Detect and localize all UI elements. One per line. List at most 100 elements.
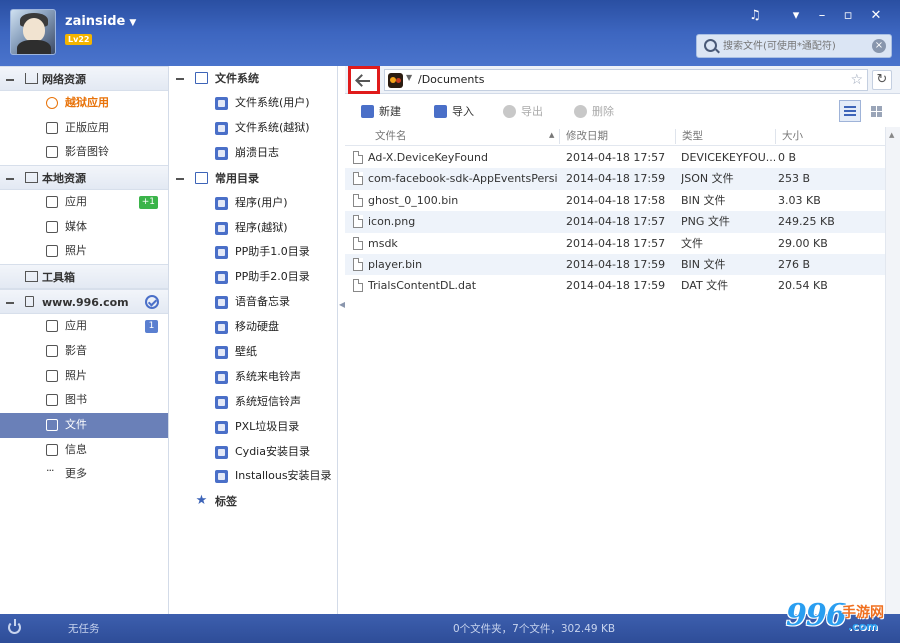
export-button[interactable]: 导出	[503, 104, 543, 120]
sidebar-section-toolbox[interactable]: 工具箱	[0, 264, 168, 290]
collapse-icon[interactable]	[176, 177, 184, 180]
tree-item-crash-logs[interactable]: 崩溃日志	[170, 141, 337, 166]
tree-item-programs-jailbreak[interactable]: 程序(越狱)	[170, 216, 337, 241]
app-icon[interactable]	[388, 73, 403, 88]
tree-item-usb-disk[interactable]: 移动硬盘	[170, 315, 337, 340]
delete-icon	[574, 105, 587, 118]
apps-icon	[46, 196, 58, 209]
sidebar-item-official-apps[interactable]: 正版应用	[0, 116, 168, 141]
star-outline-icon[interactable]: ☆	[850, 72, 863, 88]
sidebar-item-jailbreak-apps[interactable]: 越狱应用	[0, 91, 168, 116]
scroll-up-icon[interactable]: ▲	[889, 131, 894, 139]
new-folder-button[interactable]: 新建	[361, 104, 401, 120]
grid-view-icon	[871, 106, 882, 117]
tree-item-voice-memos[interactable]: 语音备忘录	[170, 290, 337, 315]
sidebar: 网络资源 越狱应用 正版应用 影音图铃 本地资源 应用 +1 媒体 照片 工具箱…	[0, 66, 169, 614]
power-icon[interactable]	[8, 619, 21, 634]
search-icon	[704, 39, 717, 52]
path-field[interactable]: ▼ /Documents ☆	[384, 69, 868, 91]
sidebar-item-media-ringtones[interactable]: 影音图铃	[0, 140, 168, 165]
menu-icon[interactable]: ▾	[786, 6, 806, 26]
username-dropdown[interactable]: zainside ▼	[65, 14, 136, 29]
apps-icon	[215, 221, 228, 235]
column-header-size[interactable]: 大小	[782, 129, 803, 144]
sidebar-item-device-photos[interactable]: 照片	[0, 364, 168, 389]
sidebar-item-device-more[interactable]: ··· 更多	[0, 462, 168, 487]
sidebar-item-device-books[interactable]: 图书	[0, 388, 168, 413]
path-text: /Documents	[418, 73, 485, 86]
username-label: zainside	[65, 14, 126, 29]
task-status[interactable]: 无任务	[68, 621, 100, 636]
column-divider[interactable]	[775, 129, 776, 144]
column-header-name[interactable]: 文件名	[375, 129, 407, 144]
clear-search-icon[interactable]: ×	[872, 39, 886, 53]
tree-item-sms-ringtones[interactable]: 系统短信铃声	[170, 390, 337, 415]
export-icon	[503, 105, 516, 118]
refresh-icon: ↻	[876, 72, 888, 87]
sidebar-section-local[interactable]: 本地资源	[0, 165, 168, 191]
tree-item-call-ringtones[interactable]: 系统来电铃声	[170, 365, 337, 390]
file-icon	[46, 418, 58, 431]
collapse-icon[interactable]	[6, 302, 14, 305]
tree-item-cydia-dir[interactable]: Cydia安装目录	[170, 440, 337, 465]
delete-button[interactable]: 删除	[574, 104, 614, 120]
install-icon	[215, 470, 228, 484]
sidebar-item-device-messages[interactable]: 信息	[0, 438, 168, 463]
search-input[interactable]	[723, 38, 868, 54]
back-button[interactable]	[348, 66, 380, 94]
folder-tree: 文件系统 文件系统(用户) 文件系统(越狱) 崩溃日志 常用目录 程序(用户) …	[170, 66, 338, 614]
sidebar-section-network[interactable]: 网络资源	[0, 66, 168, 91]
tree-item-programs-user[interactable]: 程序(用户)	[170, 191, 337, 216]
refresh-button[interactable]: ↻	[872, 70, 892, 90]
tree-item-fs-jailbreak[interactable]: 文件系统(越狱)	[170, 116, 337, 141]
close-icon[interactable]: ✕	[866, 6, 886, 26]
sidebar-item-device-apps[interactable]: 应用 1	[0, 314, 168, 339]
tree-item-pp1-dir[interactable]: PP助手1.0目录	[170, 240, 337, 265]
pp-icon	[215, 246, 228, 260]
tree-item-fs-user[interactable]: 文件系统(用户)	[170, 91, 337, 116]
file-icon	[353, 279, 363, 293]
tree-item-pp2-dir[interactable]: PP助手2.0目录	[170, 265, 337, 290]
pp-icon	[46, 97, 58, 109]
chevron-down-icon[interactable]: ▼	[406, 73, 412, 82]
sidebar-item-device-files[interactable]: 文件	[0, 412, 168, 438]
grid-view-button[interactable]	[865, 100, 887, 122]
table-row[interactable]: Ad-X.DeviceKeyFound 2014-04-18 17:57 DEV…	[345, 147, 885, 168]
table-row[interactable]: TrialsContentDL.dat 2014-04-18 17:59 DAT…	[345, 275, 885, 296]
sidebar-item-local-apps[interactable]: 应用 +1	[0, 190, 168, 215]
collapse-icon[interactable]	[6, 79, 14, 81]
avatar[interactable]	[10, 9, 56, 55]
column-header-date[interactable]: 修改日期	[566, 129, 608, 144]
maximize-icon[interactable]: ▫	[838, 6, 858, 26]
table-row[interactable]: player.bin 2014-04-18 17:59 BIN 文件 276 B	[345, 253, 885, 276]
file-icon	[353, 193, 363, 207]
column-divider[interactable]	[559, 129, 560, 144]
sidebar-item-local-photos[interactable]: 照片	[0, 239, 168, 264]
tree-section-common[interactable]: 常用目录	[170, 166, 337, 191]
sidebar-item-device-media[interactable]: 影音	[0, 339, 168, 364]
vertical-scrollbar[interactable]: ▲	[885, 127, 900, 614]
tree-item-installous-dir[interactable]: Installous安装目录	[170, 464, 337, 489]
table-row[interactable]: ghost_0_100.bin 2014-04-18 17:58 BIN 文件 …	[345, 190, 885, 211]
watermark-logo: 996 手游网 .com	[786, 598, 884, 633]
status-bar: 无任务 0个文件夹，7个文件，302.49 KB	[0, 614, 900, 643]
list-view-button[interactable]	[839, 100, 861, 122]
table-row[interactable]: icon.png 2014-04-18 17:57 PNG 文件 249.25 …	[345, 211, 885, 233]
tree-item-pxl-trash[interactable]: PXL垃圾目录	[170, 415, 337, 440]
import-button[interactable]: 导入	[434, 104, 474, 120]
table-row[interactable]: msdk 2014-04-18 17:57 文件 29.00 KB	[345, 233, 885, 254]
file-icon	[353, 257, 363, 271]
column-header-type[interactable]: 类型	[682, 129, 703, 144]
wallpaper-icon	[215, 346, 228, 360]
tree-item-wallpaper[interactable]: 壁纸	[170, 340, 337, 365]
tree-section-bookmarks[interactable]: ★ 标签	[170, 489, 337, 514]
table-row[interactable]: com-facebook-sdk-AppEventsPersi... 2014-…	[345, 168, 885, 190]
minimize-icon[interactable]: –	[812, 6, 832, 26]
collapse-icon[interactable]	[176, 78, 184, 80]
sidebar-section-device[interactable]: www.996.com	[0, 289, 168, 315]
sidebar-item-local-media[interactable]: 媒体	[0, 215, 168, 240]
tree-section-filesystem[interactable]: 文件系统	[170, 66, 337, 91]
music-icon[interactable]: ♫	[745, 6, 765, 26]
column-divider[interactable]	[675, 129, 676, 144]
collapse-icon[interactable]	[6, 178, 14, 181]
